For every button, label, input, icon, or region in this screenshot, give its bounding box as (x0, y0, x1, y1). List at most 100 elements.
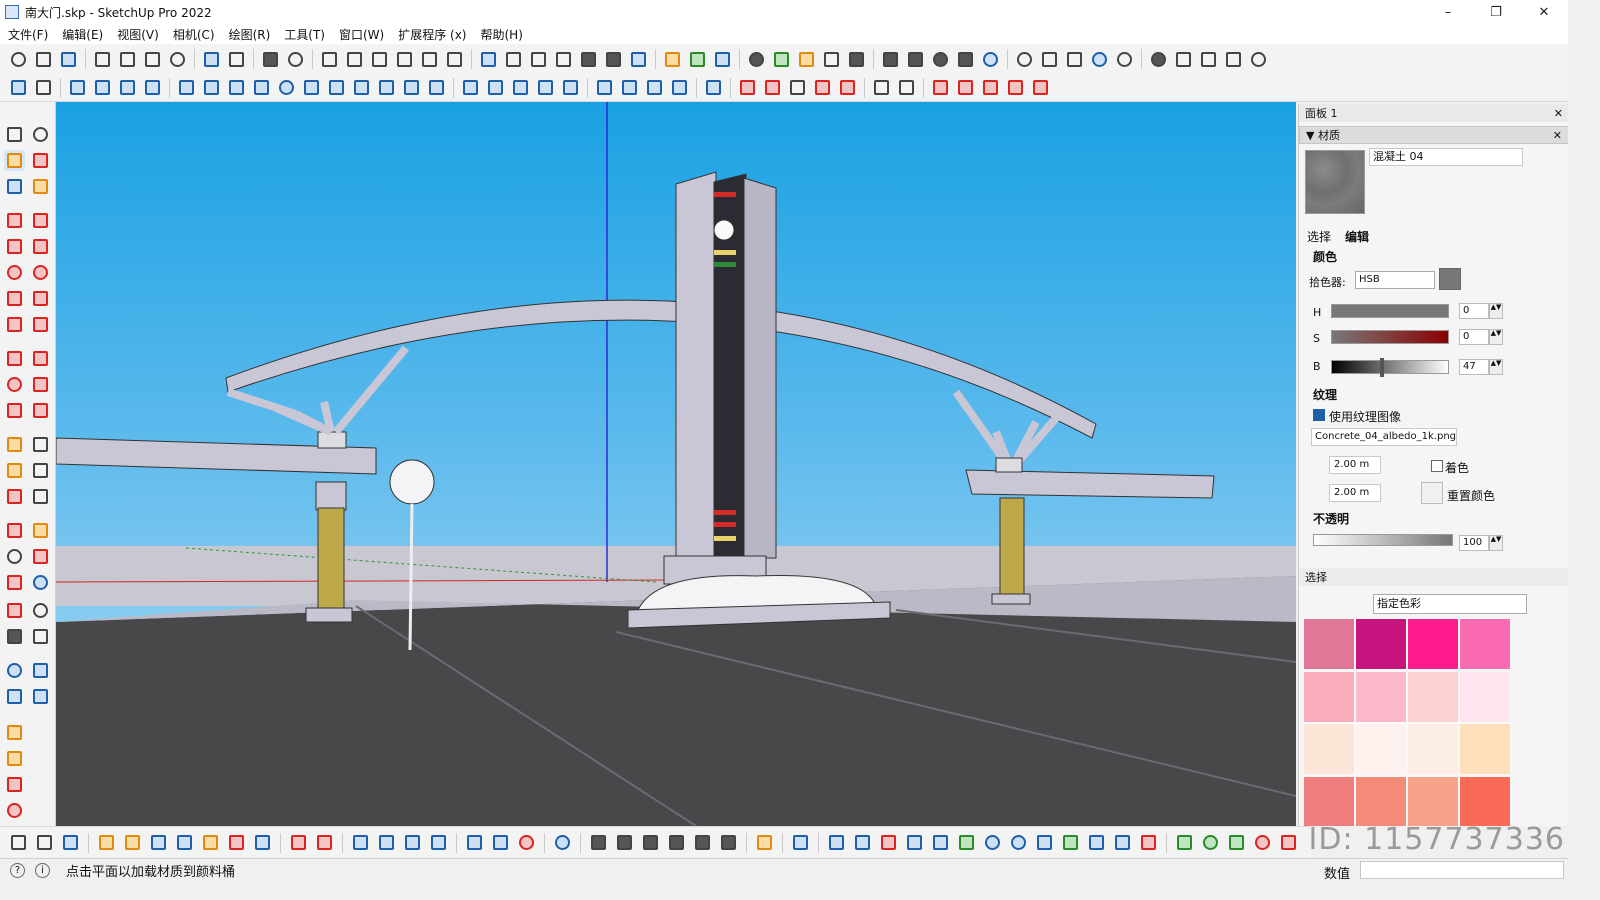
3d-text-icon[interactable] (30, 486, 51, 507)
pencil-icon[interactable] (30, 176, 51, 197)
shaded-icon[interactable] (578, 49, 599, 70)
cursor-icon[interactable] (787, 77, 808, 98)
layer3-icon[interactable] (640, 832, 661, 853)
ext-warehouse-tool-icon[interactable] (4, 748, 25, 769)
line-tool-icon[interactable] (176, 77, 197, 98)
minimize-button[interactable]: – (1424, 0, 1472, 24)
redo-icon[interactable] (226, 49, 247, 70)
mirror-tool-icon[interactable] (754, 832, 775, 853)
ruler-icon[interactable] (8, 832, 29, 853)
swatch-cell[interactable] (1407, 723, 1459, 775)
section-display-icon[interactable] (1039, 49, 1060, 70)
orbit-icon[interactable] (30, 124, 51, 145)
swatch-cell[interactable] (1407, 618, 1459, 670)
rotate-icon[interactable] (4, 374, 25, 395)
chamfer-icon[interactable] (288, 832, 309, 853)
boolean-intersect-icon[interactable] (980, 77, 1001, 98)
check-icon[interactable] (516, 832, 537, 853)
opacity-value-field[interactable]: 100 (1459, 535, 1489, 551)
materials-header[interactable]: ▼ 材质 ✕ (1299, 126, 1568, 144)
polygon-icon[interactable] (30, 262, 51, 283)
model-info-icon[interactable] (285, 49, 306, 70)
curve8-icon[interactable] (1008, 832, 1029, 853)
paint-bucket-icon[interactable] (4, 150, 25, 171)
swatch-cell[interactable] (1303, 670, 1355, 723)
eraser-icon[interactable] (30, 150, 51, 171)
frame-icon[interactable] (1223, 49, 1244, 70)
tab-edit[interactable]: 编辑 (1345, 228, 1369, 245)
shaded-textures-icon[interactable] (603, 49, 624, 70)
box-grey2-icon[interactable] (896, 77, 917, 98)
zoom-window-icon[interactable] (30, 546, 51, 567)
layer2-icon[interactable] (614, 832, 635, 853)
erase-icon[interactable] (167, 49, 188, 70)
b-spinner[interactable]: ▲▼ (1489, 359, 1503, 375)
warehouse-tool-icon[interactable] (4, 722, 25, 743)
menu-help[interactable]: 帮助(H) (480, 26, 522, 43)
layer4-icon[interactable] (666, 832, 687, 853)
frame-tool-icon[interactable] (464, 832, 485, 853)
protractor-icon[interactable] (4, 460, 25, 481)
hint-icon[interactable] (1089, 49, 1110, 70)
shell-icon[interactable] (148, 832, 169, 853)
curve10-icon[interactable] (1060, 832, 1081, 853)
offset-tool-icon[interactable] (30, 400, 51, 421)
arc2-icon[interactable] (30, 288, 51, 309)
circle-icon[interactable] (4, 262, 25, 283)
h-spinner[interactable]: ▲▼ (1489, 303, 1503, 319)
curve-icon[interactable] (301, 77, 322, 98)
plugin-icon[interactable] (980, 49, 1001, 70)
opacity-slider[interactable] (1313, 534, 1453, 546)
user-icon[interactable] (955, 49, 976, 70)
dimension-icon[interactable] (30, 434, 51, 455)
swatch-cell[interactable] (1459, 670, 1511, 723)
use-texture-checkbox[interactable] (1313, 409, 1325, 421)
box-icon[interactable] (510, 77, 531, 98)
b-value-field[interactable]: 47 (1459, 359, 1489, 375)
box-grey-icon[interactable] (871, 77, 892, 98)
open-icon[interactable] (33, 49, 54, 70)
layer6-icon[interactable] (718, 832, 739, 853)
curve14-icon[interactable] (1174, 832, 1195, 853)
swatch-cell[interactable] (1303, 618, 1355, 670)
layer-icon[interactable] (588, 832, 609, 853)
reset-color-label[interactable]: 重置颜色 (1447, 487, 1495, 504)
curve5-icon[interactable] (930, 832, 951, 853)
knife-tool-icon[interactable] (34, 832, 55, 853)
axis-icon[interactable] (737, 77, 758, 98)
line-icon[interactable] (4, 210, 25, 231)
swatch-cell[interactable] (1407, 775, 1459, 826)
curve7-icon[interactable] (982, 832, 1003, 853)
curve2-icon[interactable] (852, 832, 873, 853)
export-icon[interactable] (92, 77, 113, 98)
sweep-icon[interactable] (252, 832, 273, 853)
photo-texture-icon[interactable] (796, 49, 817, 70)
curve4-icon[interactable] (904, 832, 925, 853)
cloud-search-icon[interactable] (376, 832, 397, 853)
curve15-icon[interactable] (1200, 832, 1221, 853)
boolean-union-icon[interactable] (930, 77, 951, 98)
move-icon[interactable] (4, 348, 25, 369)
s-value-field[interactable]: 0 (1459, 329, 1489, 345)
walk-icon[interactable] (4, 626, 25, 647)
measurements-box[interactable] (1360, 861, 1564, 879)
front-view-icon[interactable] (369, 49, 390, 70)
sync-icon[interactable] (402, 832, 423, 853)
circle-tool-icon[interactable] (276, 77, 297, 98)
mirror-icon[interactable] (142, 77, 163, 98)
previous-view-icon[interactable] (30, 572, 51, 593)
wireframe-icon[interactable] (528, 49, 549, 70)
pie-icon[interactable] (30, 314, 51, 335)
offset-icon[interactable] (401, 77, 422, 98)
position-camera-icon[interactable] (4, 600, 25, 621)
warehouse-icon[interactable] (662, 49, 683, 70)
texture-height-field[interactable]: 2.00 m (1329, 484, 1381, 502)
fog-icon[interactable] (1173, 49, 1194, 70)
undo-icon[interactable] (201, 49, 222, 70)
extension-warehouse-icon[interactable] (712, 49, 733, 70)
curve6-icon[interactable] (956, 832, 977, 853)
cut-icon[interactable] (92, 49, 113, 70)
swatch-cell[interactable] (1355, 723, 1407, 775)
minus-icon[interactable] (1198, 49, 1219, 70)
download-icon[interactable] (485, 77, 506, 98)
